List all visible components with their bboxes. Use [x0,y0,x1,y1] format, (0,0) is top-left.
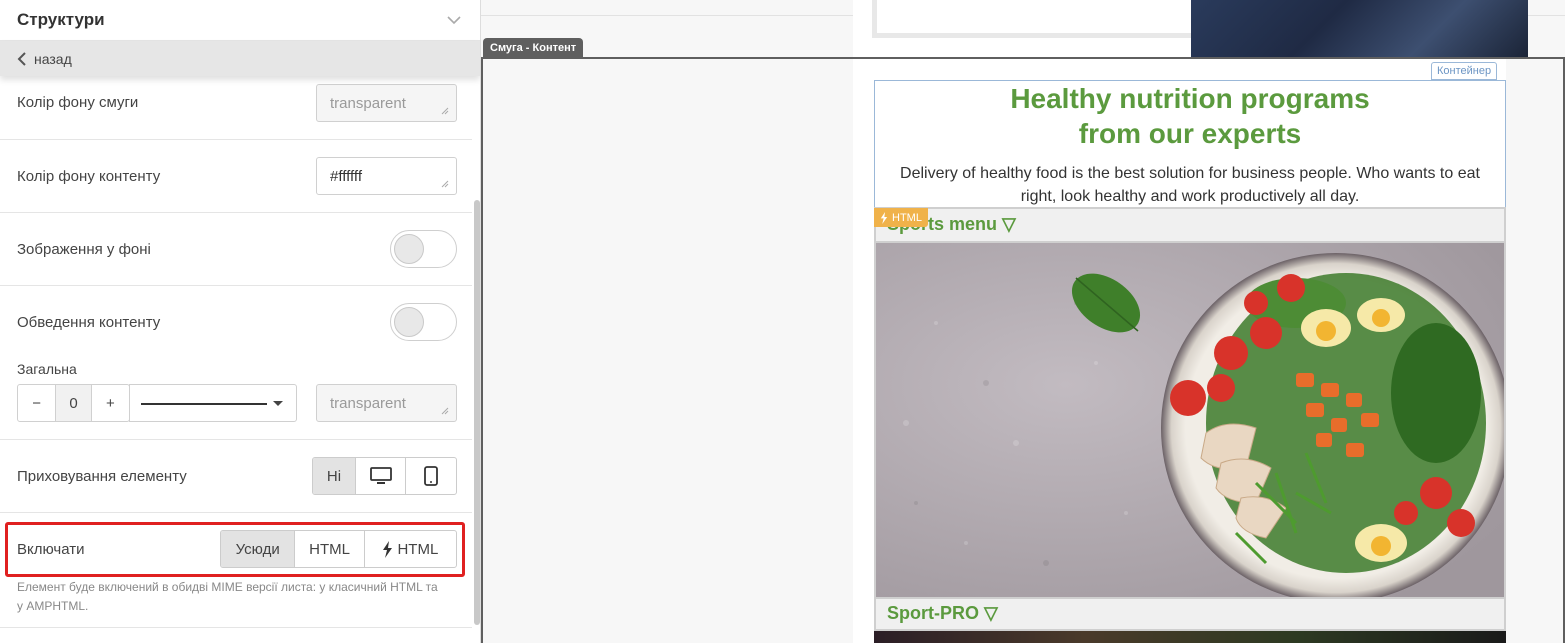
headline-line-1: Healthy nutrition programs [1010,83,1370,114]
lightning-icon [880,211,888,224]
border-width-value[interactable]: 0 [55,385,92,421]
general-label: Загальна [17,361,77,377]
include-hint: Елемент буде включений в обидві MIME вер… [17,580,438,613]
panel-header[interactable]: Структури [0,0,480,41]
email-canvas: Смуга - Контент Контейнер Healthy nutrit… [481,0,1565,643]
sport-pro-title[interactable]: Sport-PRO ▽ [887,603,998,624]
desktop-icon[interactable] [356,458,406,494]
next-image [874,631,1506,643]
color-picker-icon [441,407,449,415]
bg-image-toggle[interactable] [390,230,457,268]
band-bg-color-value: transparent [330,94,406,112]
content-bg-color-field[interactable]: #ffffff [316,157,457,195]
chevron-down-icon[interactable] [446,12,462,28]
amp-html-tag[interactable]: HTML [874,208,928,227]
back-label: назад [34,50,72,67]
band-bg-row: Колір фону смуги transparent [0,66,472,140]
minus-button[interactable]: − [18,385,55,421]
chevron-left-icon [17,51,26,66]
border-color-value: transparent [330,394,406,412]
bg-image-row: Зображення у фоні [0,213,472,286]
headline[interactable]: Healthy nutrition programs from our expe… [874,80,1506,151]
amp-html-tag-label: HTML [892,211,922,224]
border-label: Обведення контенту [17,314,161,331]
band-bg-label: Колір фону смуги [17,94,139,111]
color-picker-icon [441,180,449,188]
settings-panel: Структури назад Колір фону смуги transpa… [0,0,481,643]
previous-image [1191,0,1528,57]
hide-no-option[interactable]: Ні [313,458,356,494]
content-bg-label: Колір фону контенту [17,168,161,185]
color-picker-icon [441,107,449,115]
salad-image[interactable] [874,243,1506,597]
caret-down-icon [273,401,283,406]
band-bg-color-field[interactable]: transparent [316,84,457,122]
highlight-box [5,522,465,577]
headline-line-2: from our experts [1078,118,1302,149]
bg-image-label: Зображення у фоні [17,241,151,258]
container-label[interactable]: Контейнер [1431,62,1498,80]
back-button[interactable]: назад [0,41,480,76]
plus-button[interactable]: + [92,385,129,421]
hide-element-label: Приховування елементу [17,468,187,485]
border-style-select[interactable] [129,384,297,422]
mobile-icon[interactable] [406,458,456,494]
hide-element-segment: Ні [312,457,457,495]
lead-text[interactable]: Delivery of healthy food is the best sol… [881,162,1499,208]
solid-line-icon [141,403,267,405]
content-bg-row: Колір фону контенту #ffffff [0,140,472,213]
border-color-field[interactable]: transparent [316,384,457,422]
border-toggle[interactable] [390,303,457,341]
panel-title: Структури [17,10,105,29]
border-width-stepper[interactable]: − 0 + [17,384,130,422]
band-tab[interactable]: Смуга - Контент [483,38,584,58]
content-bg-color-value: #ffffff [330,167,362,185]
panel-scrollbar[interactable] [474,200,480,625]
